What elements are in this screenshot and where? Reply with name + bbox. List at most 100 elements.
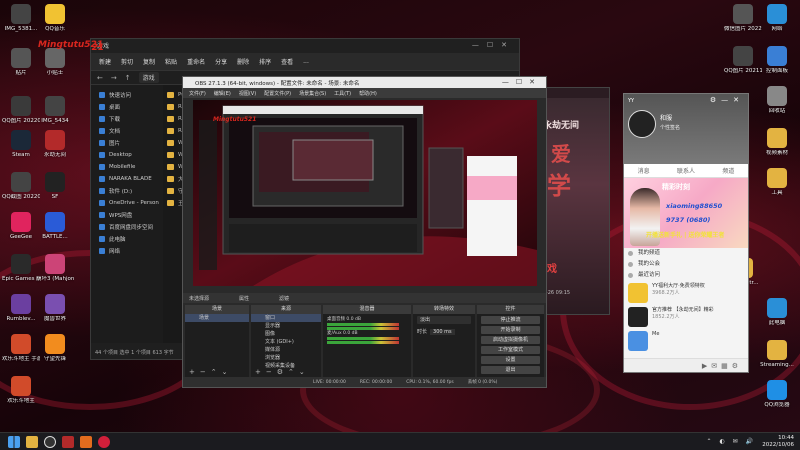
chat-tab[interactable]: 频道 <box>722 166 734 175</box>
explorer-titlebar[interactable]: 游戏 —☐✕ <box>91 39 519 53</box>
desktop-icon[interactable]: QQ图片 2021120... <box>724 46 762 75</box>
toolbar-button[interactable]: 复制 <box>143 57 155 66</box>
chat-nav-item[interactable]: 我的频道 <box>624 248 748 259</box>
source-item[interactable]: 窗口 <box>251 314 321 322</box>
desktop-icon[interactable]: 欢乐斗地主 手游模拟器 <box>2 334 40 363</box>
desktop-icon[interactable]: 永劫无间 <box>36 130 74 159</box>
desktop-icon[interactable]: 回收站 <box>758 86 796 115</box>
control-button[interactable]: 启动虚拟摄像机 <box>481 336 540 344</box>
explorer-taskbar-icon[interactable] <box>26 436 38 448</box>
back-icon[interactable]: ← <box>97 74 103 82</box>
sidebar-item[interactable]: WPS网盘 <box>91 209 163 221</box>
obs-titlebar[interactable]: OBS 27.1.3 (64-bit, windows) - 配置文件: 未命名… <box>183 77 546 88</box>
obs-menu-item[interactable]: 工具(T) <box>334 90 351 97</box>
chat-nav-item[interactable]: 最近访问 <box>624 270 748 281</box>
source-add-remove-icons[interactable]: +−⚙⌃⌄ <box>255 368 310 376</box>
sidebar-item[interactable]: 快速访问 <box>91 89 163 101</box>
toolbar-button[interactable]: 查看 <box>281 57 293 66</box>
desktop-icon[interactable]: IMG_5434 <box>36 96 74 125</box>
sidebar-item[interactable]: 桌面 <box>91 101 163 113</box>
sidebar-item[interactable]: OneDrive - Person <box>91 197 163 209</box>
toolbar-button[interactable]: 重命名 <box>187 57 205 66</box>
control-button[interactable]: 开始录制 <box>481 326 540 334</box>
desktop-icon[interactable]: 守望先锋 <box>36 334 74 363</box>
media-taskbar-icon[interactable] <box>98 436 110 448</box>
obs-preview[interactable]: Mingtutu521 <box>193 100 537 286</box>
source-item[interactable]: 显示器 <box>251 322 321 330</box>
control-button[interactable]: 停止推流 <box>481 316 540 324</box>
window-controls[interactable]: —☐✕ <box>472 41 515 49</box>
desktop-icon[interactable]: Steam <box>2 130 40 159</box>
toolbar-button[interactable]: 新建 <box>99 57 111 66</box>
source-bar-item[interactable]: 未选择源 <box>189 295 209 302</box>
source-item[interactable]: 媒体源 <box>251 346 321 354</box>
toolbar-button[interactable]: 删除 <box>237 57 249 66</box>
up-icon[interactable]: ↑ <box>125 74 131 82</box>
obs-window-controls[interactable]: —☐✕ <box>502 78 542 86</box>
desktop-icon[interactable]: QQ音乐 <box>36 4 74 33</box>
desktop-icon[interactable]: 视频素材 <box>758 128 796 157</box>
obs-menu-item[interactable]: 帮助(H) <box>359 90 377 97</box>
sidebar-item[interactable]: 文档 <box>91 125 163 137</box>
obs-menu-item[interactable]: 编辑(E) <box>214 90 231 97</box>
desktop-icon[interactable]: 崩坏3 (Mahjong) <box>36 254 74 283</box>
control-button[interactable]: 退出 <box>481 366 540 374</box>
avatar[interactable] <box>628 110 656 138</box>
feed-item[interactable]: 官方推荐 【永劫无间】精彩 1852.2万人 <box>628 307 744 327</box>
control-button[interactable]: 工作室模式 <box>481 346 540 354</box>
obs-taskbar-icon[interactable] <box>44 436 56 448</box>
desktop-icon[interactable]: 网络 <box>758 4 796 33</box>
sidebar-item[interactable]: Mobilefile <box>91 161 163 173</box>
yy-chat-window[interactable]: YY ⚙—✕ 和服 个性签名 消息 联系人 频道 精彩时刻 xiaoming8865… <box>623 93 749 373</box>
desktop-icon[interactable]: SF <box>36 172 74 201</box>
sidebar-item[interactable]: 网络 <box>91 245 163 257</box>
transition-select[interactable]: 淡出 <box>417 316 471 324</box>
obs-menu-item[interactable]: 文件(F) <box>189 90 206 97</box>
forward-icon[interactable]: → <box>111 74 117 82</box>
source-item[interactable]: 浏览器 <box>251 354 321 362</box>
desktop-icon[interactable]: Epic Games Launcher <box>2 254 40 283</box>
desktop-icon[interactable]: 微信图片 20220... <box>724 4 762 33</box>
obs-menu-item[interactable]: 配置文件(P) <box>264 90 291 97</box>
sidebar-item[interactable]: Desktop <box>91 149 163 161</box>
volume-meter[interactable] <box>327 341 399 344</box>
volume-meter[interactable] <box>327 337 399 340</box>
windows-start-icon[interactable] <box>8 436 20 448</box>
source-item[interactable]: 文本 (GDI+) <box>251 338 321 346</box>
desktop-icon[interactable]: 此电脑 <box>758 298 796 327</box>
desktop-icon[interactable]: QQ截图 20220926... <box>2 172 40 201</box>
source-item[interactable]: 图像 <box>251 330 321 338</box>
desktop-icon[interactable]: Rumblev... <box>2 294 40 323</box>
desktop-icon[interactable]: GeeGee <box>2 212 40 241</box>
toolbar-button[interactable]: 分享 <box>215 57 227 66</box>
desktop-icon[interactable]: 欢乐斗地主 <box>2 376 40 405</box>
desktop-icon[interactable]: 控制面板 <box>758 46 796 75</box>
chat-bottom-icons[interactable]: ▶✉▦⚙ <box>702 362 742 370</box>
desktop-icon[interactable]: Streaming... <box>758 340 796 369</box>
scene-item[interactable]: 场景 <box>185 314 249 322</box>
sidebar-item[interactable]: NARAKA BLADE <box>91 173 163 185</box>
desktop-icon[interactable]: 贴片 <box>2 48 40 77</box>
sidebar-item[interactable]: 图片 <box>91 137 163 149</box>
toolbar-button[interactable]: ... <box>303 58 309 65</box>
chat-promo-banner[interactable]: 精彩时刻 xiaoming88650 9737 (0680) 开播送新手礼 | … <box>624 178 748 248</box>
control-button[interactable]: 设置 <box>481 356 540 364</box>
system-tray-icons[interactable]: ⌃ ◐ ✉ 🔊 <box>707 438 756 445</box>
desktop-icon[interactable]: QQ浏览器 <box>758 380 796 409</box>
game-taskbar-icon[interactable] <box>62 436 74 448</box>
obs-window[interactable]: OBS 27.1.3 (64-bit, windows) - 配置文件: 未命名… <box>182 76 547 388</box>
sidebar-item[interactable]: 软件 (D:) <box>91 185 163 197</box>
desktop-icon[interactable]: IMG_5381... <box>2 4 40 33</box>
volume-meter[interactable] <box>327 323 399 326</box>
desktop-icon[interactable]: 小贴士 <box>36 48 74 77</box>
sidebar-item[interactable]: 百度网盘同步空间 <box>91 221 163 233</box>
sidebar-item[interactable]: 此电脑 <box>91 233 163 245</box>
toolbar-button[interactable]: 剪切 <box>121 57 133 66</box>
toolbar-button[interactable]: 排序 <box>259 57 271 66</box>
sidebar-item[interactable]: 下载 <box>91 113 163 125</box>
desktop-icon[interactable]: QQ图片 20220823... <box>2 96 40 125</box>
chat-tab[interactable]: 联系人 <box>677 166 695 175</box>
address-path[interactable]: 游戏 <box>138 72 159 83</box>
chat-nav-item[interactable]: 我的公会 <box>624 259 748 270</box>
feed-item[interactable]: YY福利大厅·免费领特权 3968.2万人 <box>628 283 744 303</box>
